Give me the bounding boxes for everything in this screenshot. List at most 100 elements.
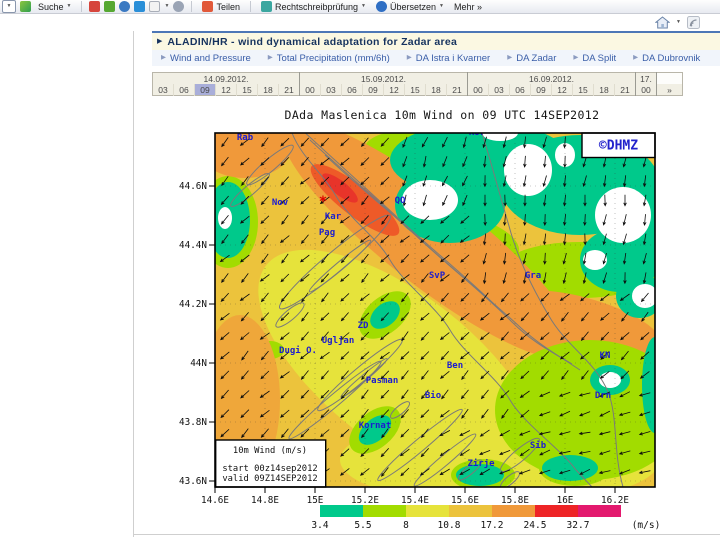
page-options-icon[interactable]: [149, 1, 160, 12]
toolbar-separator: [191, 1, 192, 12]
home-button[interactable]: [655, 16, 670, 29]
time-cell[interactable]: 00: [468, 84, 489, 96]
time-cell[interactable]: 06: [510, 84, 531, 96]
bookmark-icon[interactable]: [89, 1, 100, 12]
nav-item-wind-and-pressure[interactable]: ▶Wind and Pressure: [161, 53, 251, 64]
toolbar-separator: [81, 1, 82, 12]
city-label-kar: Kar: [325, 212, 342, 222]
chevron-down-icon: ▼: [164, 4, 169, 9]
legend-value: 3.4: [311, 520, 328, 531]
translate-button[interactable]: Übersetzen ▼: [373, 0, 447, 13]
city-label-zirje: Zirje: [467, 458, 495, 469]
triangle-bullet-icon: ▶: [633, 55, 638, 62]
time-cell[interactable]: 18: [258, 84, 279, 96]
time-cell[interactable]: 12: [384, 84, 405, 96]
triangle-bullet-icon: ▶: [161, 55, 166, 62]
rss-button[interactable]: [687, 16, 700, 29]
section-header[interactable]: ▶ ALADIN/HR - wind dynamical adaptation …: [152, 33, 720, 50]
time-cell[interactable]: 21: [279, 84, 300, 96]
y-axis-label: 44.4N: [179, 240, 207, 251]
info-box-valid: valid 09Z14SEP2012: [222, 474, 317, 484]
time-cell[interactable]: 03: [321, 84, 342, 96]
x-axis-label: 15.8E: [501, 495, 529, 506]
time-cell[interactable]: 09: [531, 84, 552, 96]
info-box-start: start 00z14sep2012: [222, 464, 317, 474]
day-header-row: 14.09.2012. 15.09.2012. 16.09.2012. 17.: [153, 73, 683, 85]
time-cell[interactable]: 18: [426, 84, 447, 96]
legend-swatch: [406, 505, 449, 517]
time-cell[interactable]: 21: [447, 84, 468, 96]
city-label-nov: Nov: [272, 198, 289, 208]
legend: 3.45.5810.817.224.532.7(m/s): [311, 505, 660, 531]
x-axis-label: 15.6E: [451, 495, 479, 506]
time-cell[interactable]: 03: [153, 84, 174, 96]
legend-swatch: [535, 505, 578, 517]
time-cell[interactable]: 12: [552, 84, 573, 96]
share-button-label: Teilen: [216, 2, 240, 12]
search-input[interactable]: ▼: [2, 0, 16, 13]
city-label-drn: Drn: [595, 391, 611, 401]
nav-item-da-istra-i-kvarner[interactable]: ▶DA Istra i Kvarner: [407, 53, 490, 64]
search-button[interactable]: Suche ▼: [35, 0, 74, 13]
time-cell[interactable]: 00: [300, 84, 321, 96]
nav-label: DA Zadar: [516, 53, 556, 64]
time-cell[interactable]: 15: [237, 84, 258, 96]
grid-blank-cell: [657, 73, 683, 85]
nav-row: ▶Wind and Pressure ▶Total Precipitation …: [152, 50, 720, 66]
time-cell[interactable]: 18: [594, 84, 615, 96]
legend-value: 24.5: [524, 520, 547, 531]
legend-value: 32.7: [567, 520, 590, 531]
city-label-qo: QO: [395, 196, 406, 206]
spellcheck-button-label: Rechtschreibprüfung: [275, 2, 358, 12]
wind-map: DAda Maslenica 10m Wind on 09 UTC 14SEP2…: [150, 100, 710, 535]
city-label-pasman: Pasman: [366, 376, 399, 386]
time-cell[interactable]: 09: [363, 84, 384, 96]
share-button[interactable]: Teilen: [199, 0, 243, 13]
screen: ▼ Suche ▼ ▼ Teilen Rechtschreibprüfung ▼…: [0, 0, 720, 540]
home-dropdown-button[interactable]: ▼: [676, 20, 681, 25]
city-label-bio: Bio: [425, 390, 441, 401]
time-cell[interactable]: 00: [636, 84, 657, 96]
time-cell[interactable]: 15: [573, 84, 594, 96]
time-cell-selected[interactable]: 09: [195, 84, 216, 96]
x-axis-label: 14.8E: [251, 495, 279, 506]
y-axis-label: 44.2N: [179, 299, 207, 310]
legend-unit: (m/s): [632, 520, 661, 531]
day-header: 16.09.2012.: [468, 73, 636, 85]
x-axis-label: 14.6E: [201, 495, 229, 506]
time-cell[interactable]: 03: [489, 84, 510, 96]
city-label-sib: Sib: [530, 440, 547, 451]
day-header: 17.: [636, 73, 657, 85]
map-info-box: 10m Wind (m/s) start 00z14sep2012valid 09…: [216, 440, 326, 487]
history-clock-icon[interactable]: [173, 1, 184, 12]
city-label-pag: Pag: [319, 228, 335, 238]
globe-icon[interactable]: [119, 1, 130, 12]
nav-label: DA Dubrovnik: [642, 53, 700, 64]
nav-item-total-precipitation[interactable]: ▶Total Precipitation (mm/6h): [268, 53, 390, 64]
next-page-button[interactable]: »: [657, 84, 683, 96]
time-cell[interactable]: 12: [216, 84, 237, 96]
map-plot-title: DAda Maslenica 10m Wind on 09 UTC 14SEP2…: [285, 108, 600, 122]
more-button[interactable]: Mehr »: [451, 0, 485, 13]
legend-swatch: [363, 505, 406, 517]
x-axis-label: 16.2E: [601, 495, 629, 506]
nav-label: DA Istra i Kvarner: [416, 53, 490, 64]
y-axis-label: 43.6N: [179, 476, 207, 487]
nav-item-da-zadar[interactable]: ▶DA Zadar: [507, 53, 556, 64]
nav-item-da-split[interactable]: ▶DA Split: [573, 53, 616, 64]
share-icon: [202, 1, 213, 12]
dhmz-copyright: ©DHMZ: [599, 139, 638, 154]
addon-leaf-icon[interactable]: [104, 1, 115, 12]
time-cell[interactable]: 15: [405, 84, 426, 96]
x-axis-label: 16E: [557, 495, 574, 506]
info-box-heading: 10m Wind (m/s): [233, 446, 307, 456]
nav-label: DA Split: [582, 53, 616, 64]
spellcheck-button[interactable]: Rechtschreibprüfung ▼: [258, 0, 369, 13]
city-label-rab: Rab: [237, 133, 254, 143]
mail-icon[interactable]: [134, 1, 145, 12]
time-cell[interactable]: 06: [342, 84, 363, 96]
legend-value: 17.2: [481, 520, 504, 531]
time-cell[interactable]: 06: [174, 84, 195, 96]
time-cell[interactable]: 21: [615, 84, 636, 96]
nav-item-da-dubrovnik[interactable]: ▶ DA Dubrovnik: [633, 53, 700, 64]
